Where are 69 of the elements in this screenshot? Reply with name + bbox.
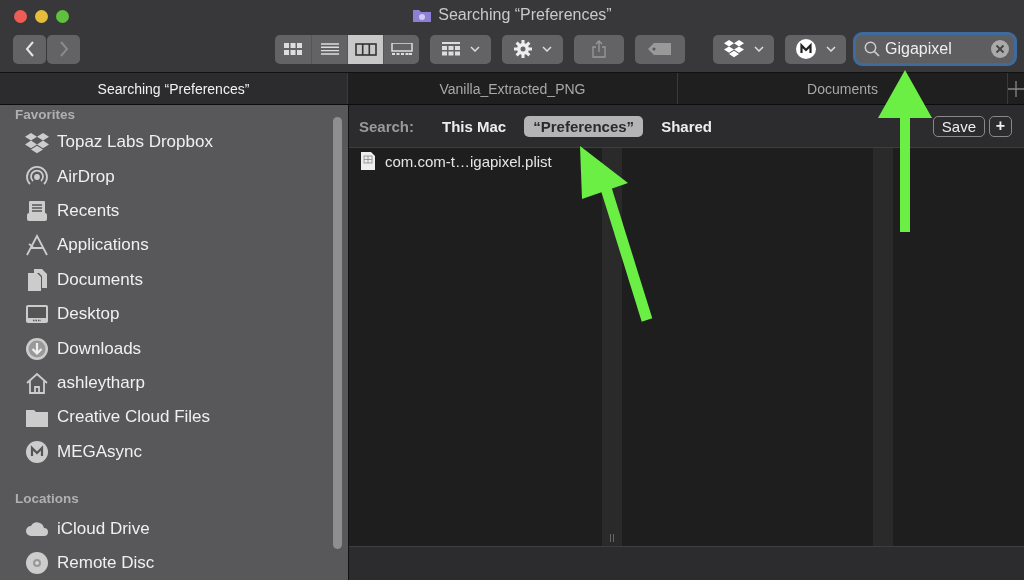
dropbox-icon bbox=[25, 130, 49, 155]
dropbox-icon bbox=[723, 40, 744, 58]
add-button[interactable]: + bbox=[989, 115, 1012, 137]
back-button[interactable] bbox=[13, 34, 46, 64]
search-scope[interactable]: This Mac bbox=[433, 115, 516, 137]
caret-icon bbox=[541, 46, 552, 52]
recents-icon bbox=[25, 198, 49, 223]
caret-icon bbox=[825, 46, 836, 52]
sidebar-item[interactable]: Recents bbox=[57, 200, 120, 221]
sidebar-item[interactable]: ashleytharp bbox=[57, 372, 145, 393]
sidebar-item[interactable]: MEGAsync bbox=[57, 441, 143, 462]
sidebar-item[interactable]: iCloud Drive bbox=[57, 519, 150, 540]
sidebar-item[interactable]: Desktop bbox=[57, 304, 120, 325]
sidebar-item[interactable]: Remote Disc bbox=[57, 553, 155, 574]
settings-icon bbox=[513, 40, 532, 58]
sidebar-item[interactable]: Creative Cloud Files bbox=[57, 407, 211, 428]
save-button[interactable]: Save bbox=[932, 115, 985, 137]
document-icon bbox=[361, 152, 375, 170]
minimize-button[interactable] bbox=[35, 9, 48, 23]
settings-menu-button[interactable] bbox=[502, 34, 563, 64]
dropbox-menu-button[interactable] bbox=[713, 34, 774, 64]
columns-icon bbox=[354, 42, 377, 56]
sidebar-heading: Locations bbox=[15, 489, 80, 508]
gallery-icon bbox=[390, 42, 413, 56]
share-button[interactable] bbox=[574, 34, 624, 64]
search-scope[interactable]: “Preferences” bbox=[524, 115, 644, 137]
sidebar-heading: Favorites bbox=[15, 106, 77, 124]
tag-icon bbox=[648, 43, 672, 55]
tab[interactable]: Searching “Preferences” bbox=[0, 73, 347, 104]
columns-view-button[interactable] bbox=[347, 34, 383, 64]
downloads-icon bbox=[25, 336, 49, 361]
new-tab-icon[interactable] bbox=[1008, 80, 1024, 97]
column-resize-handle[interactable] bbox=[609, 534, 615, 542]
search-field[interactable]: Gigapixel bbox=[856, 35, 1014, 63]
search-scope[interactable]: Shared bbox=[652, 115, 721, 137]
caret-icon bbox=[469, 46, 480, 52]
sidebar-item[interactable]: Applications bbox=[57, 235, 149, 256]
home-icon bbox=[25, 370, 49, 395]
disc-icon bbox=[25, 551, 49, 576]
tab[interactable]: Vanilla_Extracted_PNG bbox=[346, 73, 677, 104]
file-name[interactable]: com.com-t…igapixel.plist bbox=[385, 152, 552, 170]
scrollbar-thumb[interactable] bbox=[333, 117, 342, 549]
tag-button[interactable] bbox=[635, 34, 685, 64]
zoom-button[interactable] bbox=[56, 9, 69, 23]
grid-icon bbox=[284, 43, 302, 55]
share-icon bbox=[592, 40, 606, 58]
smart-folder-icon bbox=[412, 7, 433, 23]
clear-icon[interactable] bbox=[991, 40, 1009, 58]
caret-icon bbox=[753, 46, 764, 52]
forward-button[interactable] bbox=[47, 34, 80, 64]
search-input[interactable]: Gigapixel bbox=[885, 40, 986, 58]
group-menu-button[interactable] bbox=[430, 34, 491, 64]
apps-icon bbox=[25, 233, 49, 258]
mega-icon bbox=[25, 439, 49, 464]
window-title: Searching “Preferences” bbox=[438, 6, 612, 24]
chevron-left-icon bbox=[24, 41, 35, 57]
sidebar-item[interactable]: Topaz Labs Dropbox bbox=[57, 132, 213, 153]
grid-icon bbox=[441, 42, 460, 56]
search-icon bbox=[864, 41, 880, 57]
chevron-right-icon bbox=[58, 41, 69, 57]
search-scope-label: Search: bbox=[359, 117, 415, 135]
sidebar-item[interactable]: Downloads bbox=[57, 338, 142, 359]
mega-icon bbox=[795, 39, 816, 59]
close-button[interactable] bbox=[14, 9, 27, 23]
docs-icon bbox=[25, 267, 49, 292]
mega-menu-button[interactable] bbox=[785, 34, 846, 64]
sidebar-item[interactable]: AirDrop bbox=[57, 166, 115, 187]
sidebar-item[interactable]: Documents bbox=[57, 269, 143, 290]
list-icon bbox=[320, 43, 339, 55]
